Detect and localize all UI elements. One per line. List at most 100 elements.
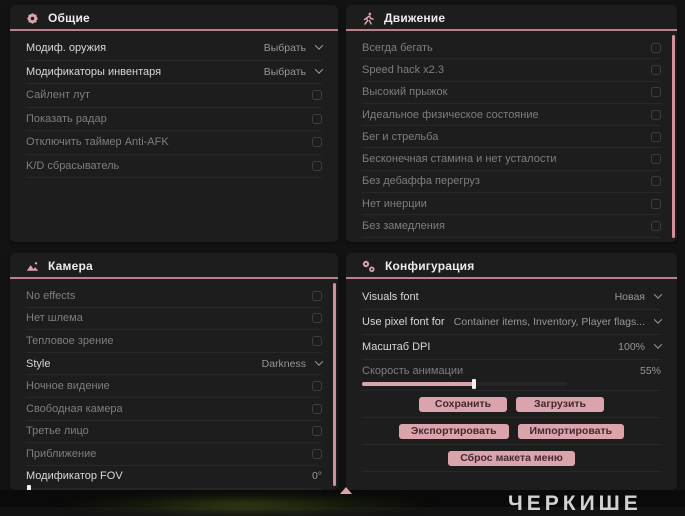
slider-handle[interactable] bbox=[471, 379, 476, 389]
checkbox[interactable] bbox=[312, 313, 322, 324]
slider-track[interactable] bbox=[362, 379, 567, 389]
checkbox-row[interactable]: No effects bbox=[26, 285, 322, 308]
checkbox[interactable] bbox=[651, 176, 661, 187]
dropdown-row[interactable]: Visuals font Новая bbox=[362, 285, 663, 310]
checkbox-row[interactable]: Высокий прыжок bbox=[362, 82, 661, 104]
row-label: Показать радар bbox=[26, 112, 107, 125]
panel-config-header[interactable]: Конфигурация bbox=[346, 253, 677, 279]
checkbox-row[interactable]: Нет шлема bbox=[26, 308, 322, 331]
dropdown-control[interactable]: Выбрать bbox=[264, 65, 324, 78]
checkbox-row[interactable]: Бесконечная стамина и нет усталости bbox=[362, 148, 661, 171]
checkbox-row[interactable]: Приближение bbox=[26, 443, 322, 466]
checkbox-row[interactable]: Сайлент лут bbox=[26, 84, 322, 108]
panel-camera: Камера No effects Нет шлема Тепловое зрение… bbox=[10, 253, 338, 490]
checkbox[interactable] bbox=[312, 90, 322, 101]
dropdown-row[interactable]: Масштаб DPI 100% bbox=[362, 335, 663, 360]
checkbox-row[interactable]: Без замедления bbox=[362, 215, 661, 238]
row-label: No effects bbox=[26, 289, 76, 302]
checkbox-row[interactable]: Свободная камера bbox=[26, 398, 322, 421]
dropdown-control[interactable]: Новая bbox=[615, 290, 663, 303]
checkbox-row[interactable]: Третье лицо bbox=[26, 421, 322, 444]
scrollbar[interactable] bbox=[333, 283, 336, 486]
checkbox[interactable] bbox=[651, 87, 661, 98]
dropdown-control[interactable]: 100% bbox=[618, 340, 663, 353]
checkbox[interactable] bbox=[651, 198, 661, 209]
row-label: K/D сбрасыватель bbox=[26, 159, 120, 172]
chevron-down-icon bbox=[314, 356, 324, 366]
row-label: Speed hack x2.3 bbox=[362, 63, 444, 76]
checkbox[interactable] bbox=[312, 403, 322, 414]
button-row: Экспортировать Импортировать bbox=[362, 418, 661, 445]
slider-row[interactable]: Модификатор FOV 0° bbox=[26, 466, 322, 490]
checkbox-row[interactable]: Идеальное физическое состояние bbox=[362, 104, 661, 127]
row-label: Use pixel font for bbox=[362, 316, 445, 328]
checkbox-row[interactable]: Без дебаффа перегруз bbox=[362, 171, 661, 194]
dropdown-row[interactable]: Модиф. оружия Выбрать bbox=[26, 37, 324, 61]
checkbox[interactable] bbox=[312, 113, 322, 124]
checkbox[interactable] bbox=[312, 335, 322, 346]
panel-movement-header[interactable]: Движение bbox=[346, 5, 677, 31]
row-label: Нет инерции bbox=[362, 197, 427, 210]
action-button[interactable]: Сброс макета меню bbox=[448, 450, 575, 466]
checkbox[interactable] bbox=[651, 109, 661, 120]
row-label: Модиф. оружия bbox=[26, 42, 107, 55]
dropdown-control[interactable]: Container items, Inventory, Player flags… bbox=[453, 315, 663, 328]
row-label: Приближение bbox=[26, 447, 97, 460]
panel-camera-header[interactable]: Камера bbox=[10, 253, 338, 279]
checkbox-row[interactable]: Всегда бегать bbox=[362, 37, 661, 60]
slider-row[interactable]: Скорость анимации 55% bbox=[362, 360, 661, 391]
checkbox[interactable] bbox=[651, 221, 661, 232]
panel-title: Движение bbox=[384, 11, 446, 25]
dropdown-row[interactable]: Модификаторы инвентаря Выбрать bbox=[26, 61, 324, 84]
dropdown-value: Выбрать bbox=[263, 42, 306, 55]
pink-triangle-marker bbox=[340, 487, 352, 494]
checkbox-row[interactable]: K/D сбрасыватель bbox=[26, 155, 322, 178]
row-label: Всегда бегать bbox=[362, 41, 433, 54]
row-label: Идеальное физическое состояние bbox=[362, 108, 539, 121]
dropdown-control[interactable]: Darkness bbox=[262, 356, 324, 370]
dropdown-value: Container items, Inventory, Player flags… bbox=[453, 316, 645, 328]
checkbox[interactable] bbox=[312, 290, 322, 301]
row-label: Visuals font bbox=[362, 291, 419, 303]
checkbox[interactable] bbox=[312, 160, 322, 171]
panel-general: Общие Модиф. оружия Выбрать Модификаторы ин… bbox=[10, 5, 338, 242]
checkbox[interactable] bbox=[312, 381, 322, 392]
checkbox[interactable] bbox=[651, 131, 661, 142]
checkbox[interactable] bbox=[312, 448, 322, 459]
dropdown-row[interactable]: Use pixel font for Container items, Inven… bbox=[362, 310, 663, 335]
checkbox-row[interactable]: Нет инерции bbox=[362, 193, 661, 216]
dropdown-value: 100% bbox=[618, 341, 645, 353]
row-label: Отключить таймер Anti-AFK bbox=[26, 136, 169, 149]
slider-value: 55% bbox=[639, 364, 661, 377]
image-icon bbox=[26, 260, 39, 273]
row-label: Без дебаффа перегруз bbox=[362, 175, 480, 188]
button-row: Сохранить Загрузить bbox=[362, 391, 661, 418]
scrollbar[interactable] bbox=[672, 35, 675, 238]
checkbox[interactable] bbox=[312, 426, 322, 437]
checkbox-row[interactable]: Тепловое зрение bbox=[26, 330, 322, 353]
checkbox-row[interactable]: Speed hack x2.3 bbox=[362, 59, 661, 82]
chevron-down-icon bbox=[314, 65, 324, 74]
dropdown-row[interactable]: Style Darkness bbox=[26, 353, 324, 376]
checkbox-row[interactable]: Показать радар bbox=[26, 108, 322, 131]
checkbox[interactable] bbox=[651, 64, 661, 75]
panel-general-header[interactable]: Общие bbox=[10, 5, 338, 31]
row-label: Свободная камера bbox=[26, 402, 123, 415]
checkbox-row[interactable]: Ночное видение bbox=[26, 375, 322, 398]
row-label: Третье лицо bbox=[26, 425, 89, 438]
game-green-glow bbox=[50, 494, 440, 516]
checkbox-row[interactable]: Отключить таймер Anti-AFK bbox=[26, 131, 322, 155]
action-button[interactable]: Экспортировать bbox=[398, 423, 509, 439]
checkbox[interactable] bbox=[651, 42, 661, 53]
dropdown-control[interactable]: Выбрать bbox=[263, 41, 324, 55]
runner-icon bbox=[362, 12, 375, 25]
checkbox[interactable] bbox=[651, 154, 661, 165]
panel-title: Общие bbox=[48, 11, 90, 25]
checkbox-row[interactable]: Бег и стрельба bbox=[362, 126, 661, 149]
action-button[interactable]: Загрузить bbox=[516, 396, 604, 412]
action-button[interactable]: Сохранить bbox=[419, 396, 507, 412]
action-button[interactable]: Импортировать bbox=[517, 423, 625, 439]
gears-icon bbox=[362, 260, 376, 273]
checkbox[interactable] bbox=[312, 137, 322, 148]
slider-label: Модификатор FOV bbox=[26, 470, 123, 483]
